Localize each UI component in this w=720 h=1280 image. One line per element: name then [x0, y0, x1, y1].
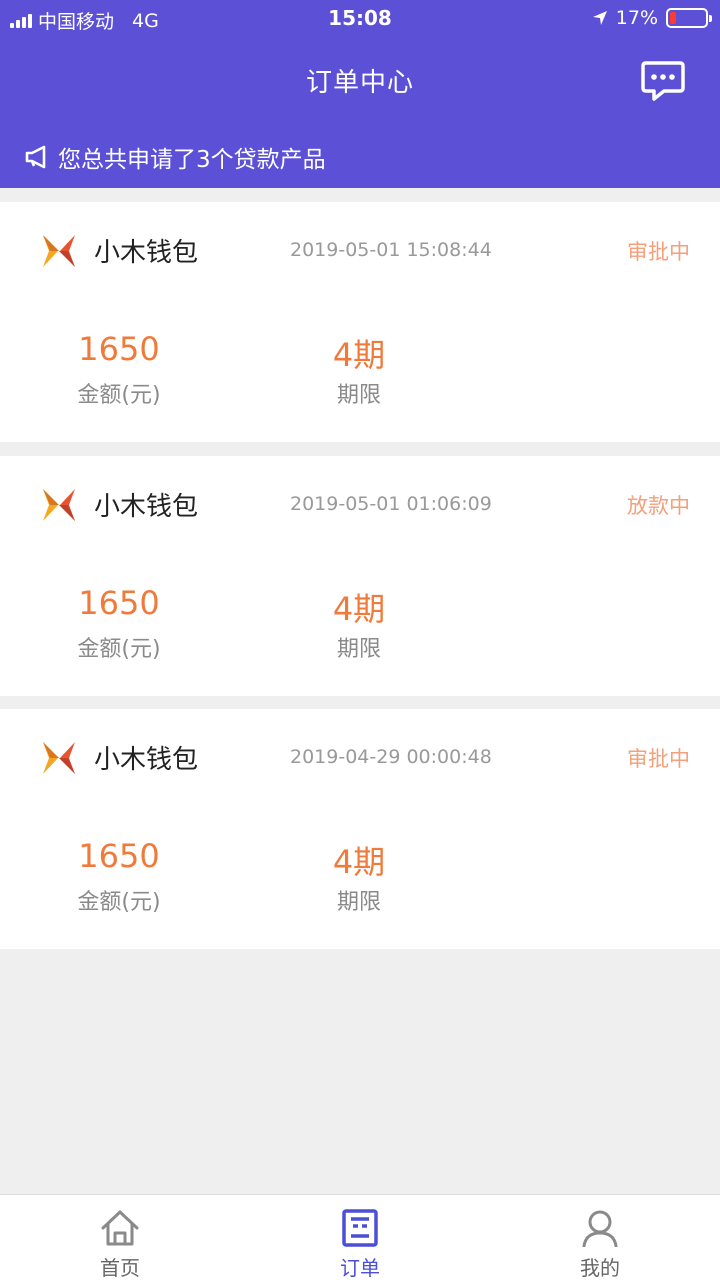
status-bar: 中国移动 4G 15:08 17% — [0, 0, 720, 38]
term-label: 期限 — [336, 383, 381, 408]
tab-profile[interactable]: 我的 — [480, 1195, 720, 1280]
term-value: 4期 — [332, 843, 386, 881]
notice-text: 您总共申请了3个贷款产品 — [58, 147, 326, 173]
amount-label: 金额(元) — [77, 890, 161, 915]
product-name: 小木钱包 — [94, 492, 199, 522]
xiaomu-wallet-logo-icon — [43, 489, 75, 521]
status-badge: 放款中 — [627, 494, 690, 518]
amount-value: 1650 — [78, 584, 160, 622]
message-icon[interactable] — [640, 60, 686, 102]
home-icon — [101, 1210, 139, 1246]
battery-percent: 17% — [615, 7, 658, 29]
term-value: 4期 — [332, 336, 386, 374]
battery-icon — [666, 8, 712, 28]
megaphone-icon — [25, 145, 46, 169]
order-icon — [342, 1209, 378, 1247]
order-card[interactable]: 小木钱包 2019-05-01 15:08:44 审批中 1650 金额(元) … — [0, 202, 720, 442]
order-time: 2019-04-29 00:00:48 — [290, 746, 492, 768]
amount-label: 金额(元) — [77, 637, 161, 662]
amount-value: 1650 — [78, 330, 160, 368]
order-time: 2019-05-01 01:06:09 — [290, 493, 492, 515]
product-name: 小木钱包 — [94, 745, 199, 775]
notice-bar: 您总共申请了3个贷款产品 — [24, 140, 326, 174]
tab-label: 我的 — [580, 1256, 620, 1280]
term-label: 期限 — [336, 890, 381, 915]
xiaomu-wallet-logo-icon — [43, 235, 75, 267]
order-card[interactable]: 小木钱包 2019-04-29 00:00:48 审批中 1650 金额(元) … — [0, 709, 720, 949]
tab-orders[interactable]: 订单 — [240, 1195, 480, 1280]
product-name: 小木钱包 — [94, 238, 199, 268]
xiaomu-wallet-logo-icon — [43, 742, 75, 774]
header: 中国移动 4G 15:08 17% 订单中心 您总共申请了3个贷款产品 — [0, 0, 720, 188]
order-time: 2019-05-01 15:08:44 — [290, 239, 492, 261]
page-title: 订单中心 — [305, 68, 414, 98]
status-badge: 审批中 — [627, 240, 690, 264]
tab-label: 首页 — [100, 1256, 140, 1280]
amount-label: 金额(元) — [77, 383, 161, 408]
tab-label: 订单 — [340, 1256, 380, 1280]
order-card[interactable]: 小木钱包 2019-05-01 01:06:09 放款中 1650 金额(元) … — [0, 456, 720, 696]
term-label: 期限 — [336, 637, 381, 662]
tab-bar: 首页 订单 我的 — [0, 1194, 720, 1280]
status-badge: 审批中 — [627, 747, 690, 771]
tab-home[interactable]: 首页 — [0, 1195, 240, 1280]
profile-icon — [582, 1210, 618, 1247]
term-value: 4期 — [332, 590, 386, 628]
amount-value: 1650 — [78, 837, 160, 875]
location-arrow-icon — [592, 11, 607, 25]
